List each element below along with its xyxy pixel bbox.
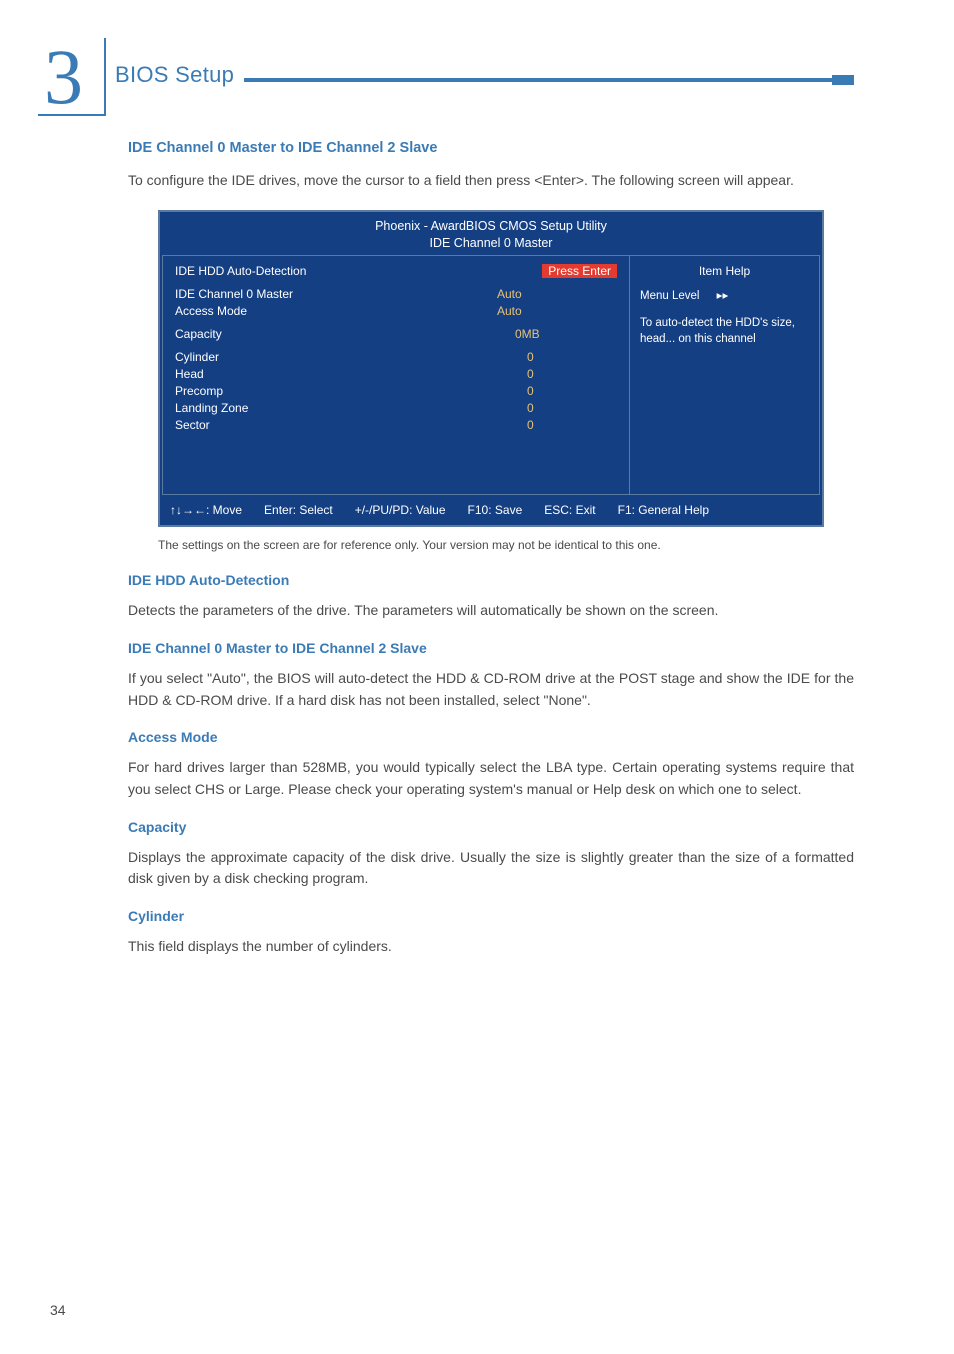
page: 3 BIOS Setup IDE Channel 0 Master to IDE… bbox=[0, 0, 954, 1354]
bios-footer: ↑↓→←: Move Enter: Select +/-/PU/PD: Valu… bbox=[160, 497, 822, 525]
bios-row-precomp: Precomp 0 bbox=[175, 384, 617, 398]
bios-label: Head bbox=[175, 367, 497, 381]
heading-auto-detection: IDE HDD Auto-Detection bbox=[128, 572, 854, 588]
paragraph-capacity: Displays the approximate capacity of the… bbox=[128, 847, 854, 890]
content-area: IDE Channel 0 Master to IDE Channel 2 Sl… bbox=[128, 140, 854, 964]
bios-value: Auto bbox=[497, 304, 617, 318]
intro-paragraph: To configure the IDE drives, move the cu… bbox=[128, 170, 854, 192]
bios-value: 0MB bbox=[497, 327, 617, 341]
bios-value-highlight: Press Enter bbox=[542, 264, 617, 278]
bios-row-head: Head 0 bbox=[175, 367, 617, 381]
bios-value: 0 bbox=[497, 350, 617, 364]
bios-hint-save: F10: Save bbox=[468, 503, 523, 517]
bios-help-panel: Item Help Menu Level ▸▸ To auto-detect t… bbox=[629, 256, 819, 494]
bios-title-line2: IDE Channel 0 Master bbox=[430, 236, 553, 250]
bios-label: IDE Channel 0 Master bbox=[175, 287, 497, 301]
bios-label: IDE HDD Auto-Detection bbox=[175, 264, 542, 278]
bios-hint-value: +/-/PU/PD: Value bbox=[355, 503, 446, 517]
screenshot-caption: The settings on the screen are for refer… bbox=[158, 537, 824, 554]
bios-value: 0 bbox=[497, 384, 617, 398]
bios-row-sector: Sector 0 bbox=[175, 418, 617, 432]
bios-menu-level: Menu Level bbox=[640, 290, 699, 302]
bios-label: Landing Zone bbox=[175, 401, 497, 415]
paragraph-access-mode: For hard drives larger than 528MB, you w… bbox=[128, 757, 854, 800]
bios-left-panel: IDE HDD Auto-Detection Press Enter IDE C… bbox=[163, 256, 629, 494]
bios-value: 0 bbox=[497, 401, 617, 415]
paragraph-auto-detection: Detects the parameters of the drive. The… bbox=[128, 600, 854, 622]
bios-hint-exit: ESC: Exit bbox=[544, 503, 595, 517]
bios-value: 0 bbox=[497, 418, 617, 432]
bios-value: 0 bbox=[497, 367, 617, 381]
bios-hint-help: F1: General Help bbox=[618, 503, 709, 517]
bios-inner: IDE HDD Auto-Detection Press Enter IDE C… bbox=[162, 255, 820, 495]
header-rule bbox=[244, 78, 832, 82]
bios-row-capacity: Capacity 0MB bbox=[175, 327, 617, 341]
chapter-tab: 3 bbox=[38, 38, 106, 116]
bios-label: Capacity bbox=[175, 327, 497, 341]
bios-row-cylinder: Cylinder 0 bbox=[175, 350, 617, 364]
heading-cylinder: Cylinder bbox=[128, 908, 854, 924]
bios-help-body: Menu Level ▸▸ To auto-detect the HDD's s… bbox=[640, 288, 809, 346]
section-title: IDE Channel 0 Master to IDE Channel 2 Sl… bbox=[128, 140, 854, 156]
header-title: BIOS Setup bbox=[115, 62, 244, 88]
paragraph-ch0-slave: If you select "Auto", the BIOS will auto… bbox=[128, 668, 854, 711]
bios-hint-move: ↑↓→←: Move bbox=[170, 503, 242, 517]
triangle-right-icon: ▸▸ bbox=[717, 290, 729, 302]
bios-title: Phoenix - AwardBIOS CMOS Setup Utility I… bbox=[160, 212, 822, 254]
heading-access-mode: Access Mode bbox=[128, 729, 854, 745]
bios-row-landing: Landing Zone 0 bbox=[175, 401, 617, 415]
bios-row-access: Access Mode Auto bbox=[175, 304, 617, 318]
bios-title-line1: Phoenix - AwardBIOS CMOS Setup Utility bbox=[375, 219, 607, 233]
bios-row-auto-detect: IDE HDD Auto-Detection Press Enter bbox=[175, 264, 617, 278]
bios-screenshot: Phoenix - AwardBIOS CMOS Setup Utility I… bbox=[158, 210, 824, 528]
header-rule-tip bbox=[832, 75, 854, 85]
bios-label: Sector bbox=[175, 418, 497, 432]
page-header: BIOS Setup bbox=[115, 62, 854, 88]
bios-help-text: To auto-detect the HDD's size, head... o… bbox=[640, 317, 795, 345]
bios-value: Auto bbox=[497, 287, 617, 301]
page-number: 34 bbox=[50, 1302, 66, 1318]
bios-hint-select: Enter: Select bbox=[264, 503, 333, 517]
bios-label: Access Mode bbox=[175, 304, 497, 318]
bios-row-ch0: IDE Channel 0 Master Auto bbox=[175, 287, 617, 301]
paragraph-cylinder: This field displays the number of cylind… bbox=[128, 936, 854, 958]
heading-ch0-slave: IDE Channel 0 Master to IDE Channel 2 Sl… bbox=[128, 640, 854, 656]
bios-help-title: Item Help bbox=[640, 264, 809, 278]
heading-capacity: Capacity bbox=[128, 819, 854, 835]
bios-label: Precomp bbox=[175, 384, 497, 398]
bios-label: Cylinder bbox=[175, 350, 497, 364]
chapter-number: 3 bbox=[38, 38, 104, 116]
